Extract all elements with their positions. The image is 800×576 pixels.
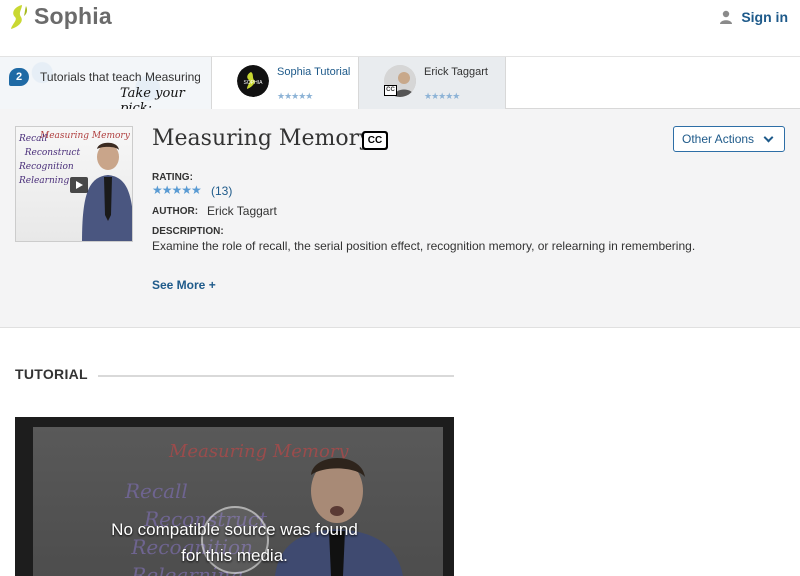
tutorial-option-stars: ★★★★★ xyxy=(424,91,460,101)
sign-in-link[interactable]: Sign in xyxy=(719,9,788,25)
author-name: Erick Taggart xyxy=(207,204,277,218)
picker-intro: 2 Tutorials that teach Measuring Memory … xyxy=(0,57,212,109)
video-player[interactable]: Measuring Memory Recall Reconstruct Reco… xyxy=(15,417,454,576)
tutorial-option-stars: ★★★★★ xyxy=(277,91,313,101)
tutorial-picker: 2 Tutorials that teach Measuring Memory … xyxy=(0,57,800,109)
rating-label: RATING: xyxy=(152,172,193,183)
page-title: Measuring Memory xyxy=(152,126,372,151)
svg-text:SOPHIA: SOPHIA xyxy=(244,80,264,86)
chevron-down-icon xyxy=(763,132,774,143)
sophia-leaf-icon xyxy=(11,4,28,29)
tutorial-option-author: Erick Taggart xyxy=(424,66,488,78)
other-actions-label: Other Actions xyxy=(682,132,755,146)
take-your-pick-text: Take your pick: xyxy=(120,86,185,109)
tutorial-option-erick[interactable]: CC Erick Taggart ★★★★★ xyxy=(359,57,506,109)
video-error-line-1: No compatible source was found xyxy=(111,520,358,539)
heading-divider xyxy=(98,375,454,377)
closed-captions-icon: CC xyxy=(384,85,397,96)
tutorial-option-author: Sophia Tutorial xyxy=(277,66,351,78)
description-text: Examine the role of recall, the serial p… xyxy=(152,239,696,253)
picker-intro-text: Tutorials that teach Measuring Memory xyxy=(40,70,200,84)
closed-captions-badge: CC xyxy=(362,131,388,150)
author-label: AUTHOR: xyxy=(152,206,199,217)
description-label: DESCRIPTION: xyxy=(152,226,224,237)
see-more-link[interactable]: See More + xyxy=(152,278,216,292)
tutorial-heading: TUTORIAL xyxy=(15,366,88,382)
video-error-line-2: for this media. xyxy=(181,546,288,565)
sophia-logo[interactable]: Sophia xyxy=(8,3,112,30)
other-actions-button[interactable]: Other Actions xyxy=(673,126,785,152)
play-icon[interactable] xyxy=(70,177,88,193)
cc-text: CC xyxy=(364,133,386,148)
brand-name: Sophia xyxy=(34,3,112,29)
sophia-avatar: SOPHIA xyxy=(237,65,269,97)
video-thumbnail[interactable]: Measuring Memory Recall Reconstruct Reco… xyxy=(15,126,133,242)
sign-in-label: Sign in xyxy=(741,9,788,25)
tutorial-details-panel: Measuring Memory Recall Reconstruct Reco… xyxy=(0,109,800,328)
tutorial-option-sophia[interactable]: SOPHIA Sophia Tutorial ★★★★★ xyxy=(212,57,359,109)
rating-stars: ★★★★★ xyxy=(152,183,202,197)
video-error-message: No compatible source was found for this … xyxy=(15,517,454,569)
rating-count-link[interactable]: (13) xyxy=(211,184,232,198)
top-header: Sophia Sign in xyxy=(0,0,800,57)
tutorial-count-badge: 2 xyxy=(9,68,29,86)
user-icon xyxy=(720,10,733,24)
